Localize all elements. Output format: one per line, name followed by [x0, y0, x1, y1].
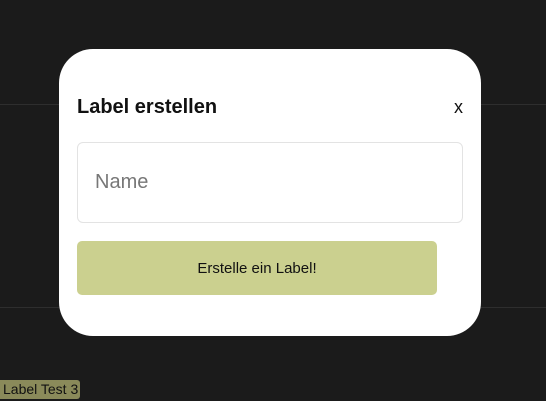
create-label-modal: Label erstellen x Erstelle ein Label! [59, 49, 481, 336]
close-button[interactable]: x [454, 96, 463, 118]
modal-title: Label erstellen [77, 96, 218, 118]
create-label-button[interactable]: Erstelle ein Label! [77, 241, 437, 295]
name-input[interactable] [77, 142, 463, 223]
label-chip[interactable]: Label Test 3 [0, 380, 81, 399]
